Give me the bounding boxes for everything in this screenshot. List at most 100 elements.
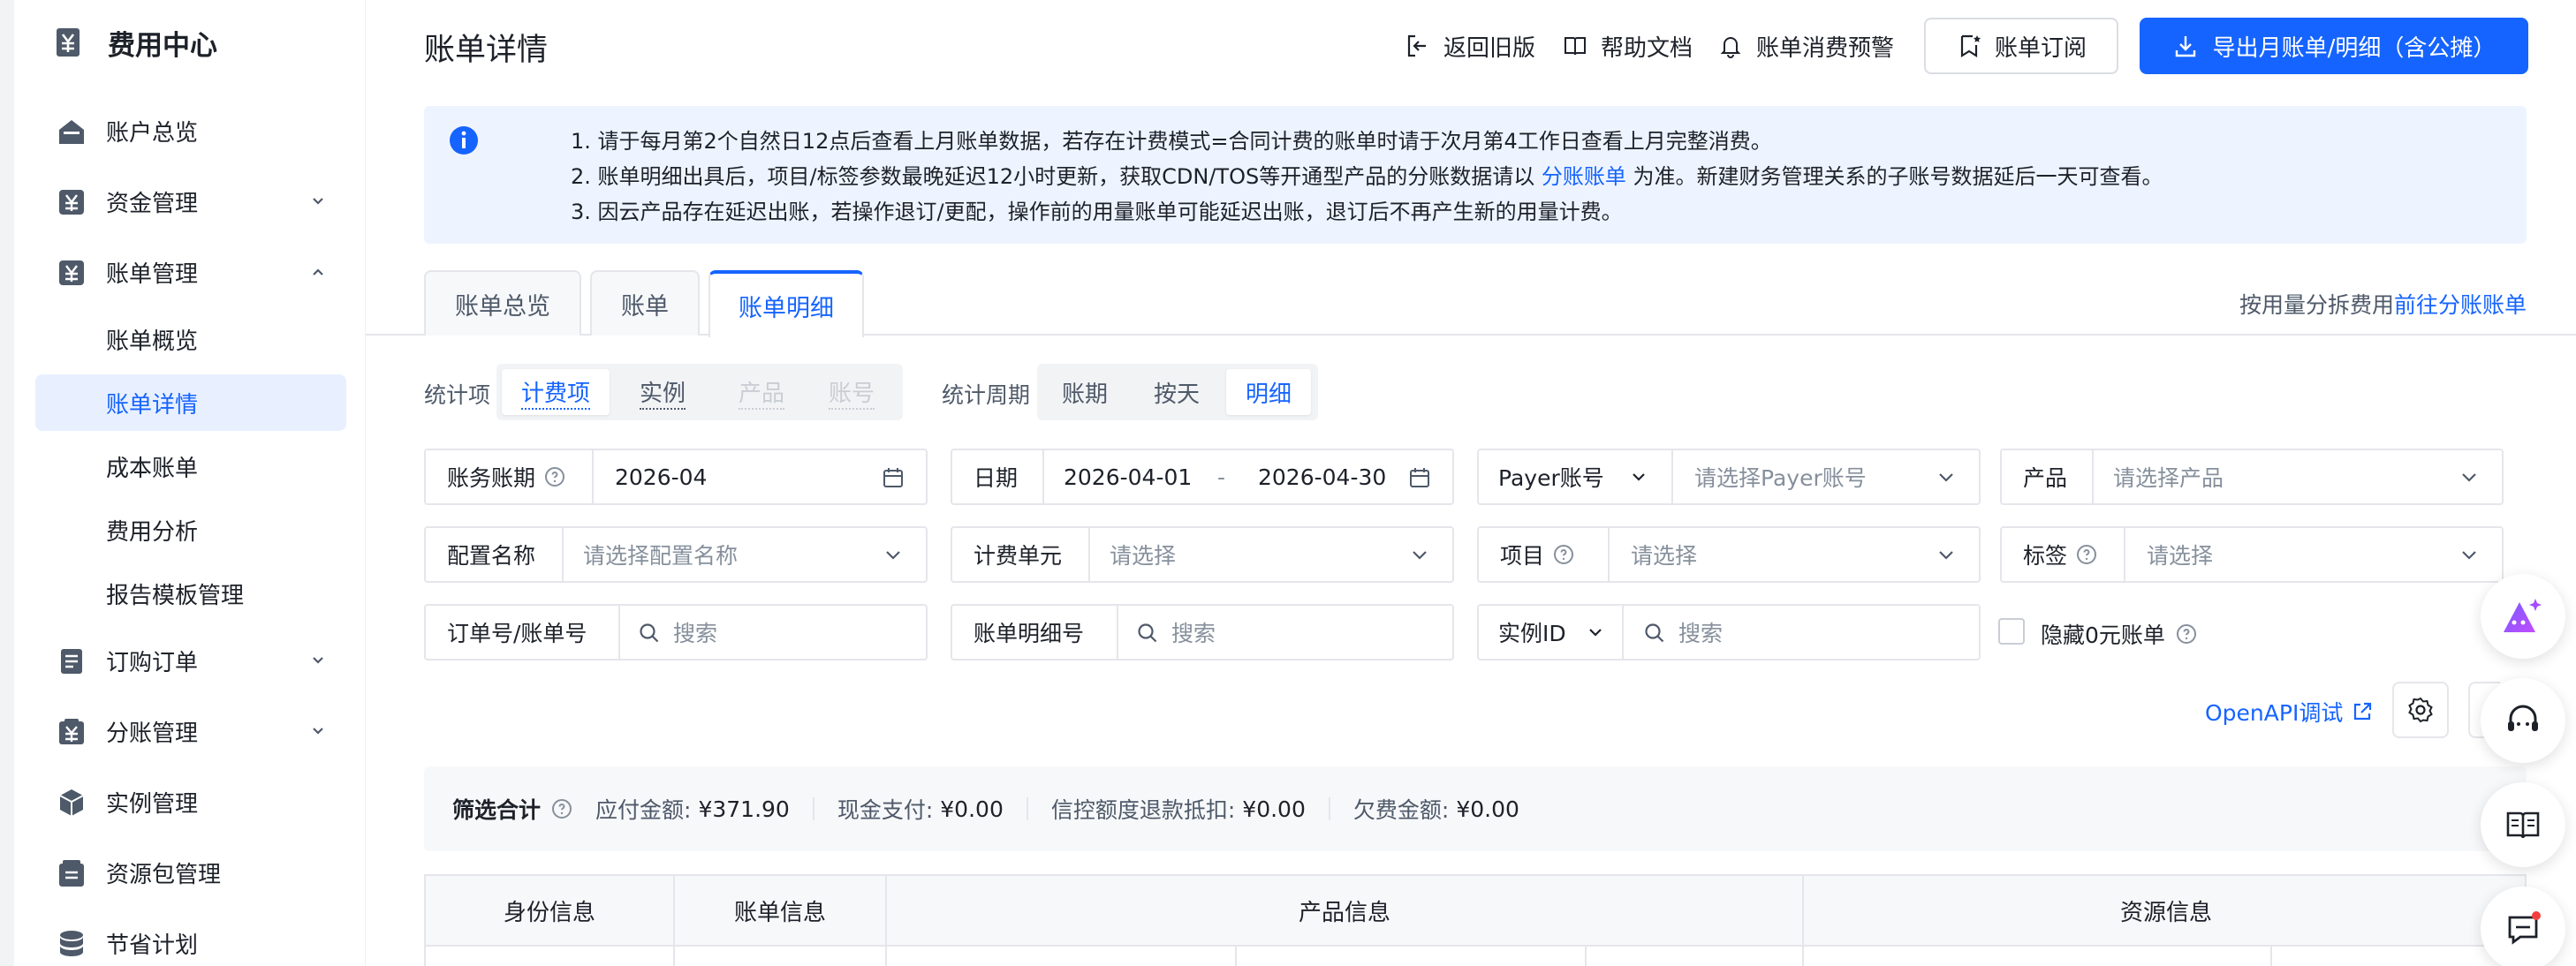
search-icon [638,622,661,645]
stat-option-instance[interactable]: 实例 [617,369,708,415]
billing-period-label-text: 账务账期 [447,465,536,491]
billing-period-label: 账务账期 [426,450,594,503]
instance-id-type-select[interactable]: 实例ID [1479,606,1624,659]
order-no-search[interactable]: 订单号/账单号 搜索 [424,604,928,660]
summary-title-wrap: 筛选合计 [452,793,572,825]
sidebar-sub-bill-details[interactable]: 账单详情 [35,374,346,431]
sidebar-item-savings-plan[interactable]: 节省计划 [35,915,346,966]
product-placeholder: 请选择产品 [2113,465,2224,491]
th-product-info: 产品信息 [887,876,1804,945]
database-icon [57,929,87,959]
instance-id-search[interactable]: 实例ID 搜索 [1477,604,1981,660]
billing-period-field[interactable]: 账务账期 2026-04 [424,449,928,505]
chevron-down-icon [2458,544,2481,567]
notice-line-3: 3. 因云产品存在延迟出账，若操作退订/更配，操作前的用量账单可能延迟出账，退订… [571,200,1623,224]
bookmark-star-icon [1956,33,1982,59]
question-icon [2176,623,2197,645]
detail-no-search[interactable]: 账单明细号 搜索 [951,604,1454,660]
billing-unit-label: 计费单元 [952,528,1090,581]
payer-type-select[interactable]: Payer账号 [1479,450,1673,503]
payer-type-label: Payer账号 [1498,465,1604,491]
table-header: 身份信息 账单信息 产品信息 资源信息 [424,874,2527,966]
bill-alert-label: 账单消费预警 [1756,34,1895,62]
stat-option-billing-item[interactable]: 计费项 [502,369,610,415]
back-old-version-label: 返回旧版 [1443,34,1536,62]
hide-zero-checkbox[interactable] [1998,618,2025,645]
project-label-text: 项目 [1500,543,1545,569]
bill-alert-link[interactable]: 账单消费预警 [1717,23,1894,69]
payer-account-field[interactable]: Payer账号 请选择Payer账号 [1477,449,1981,505]
billing-unit-select[interactable]: 计费单元 请选择 [951,526,1454,583]
tag-label: 标签 [2002,528,2125,581]
config-name-select[interactable]: 配置名称 请选择配置名称 [424,526,928,583]
tab-bill-overview[interactable]: 账单总览 [424,270,581,336]
notice-line-2-suffix: 为准。新建财务管理关系的子账号数据延后一天可查看。 [1633,164,2163,189]
sidebar-header: 费用中心 [53,18,217,67]
sidebar-item-instance-management[interactable]: 实例管理 [35,774,346,830]
ai-assistant-button[interactable] [2481,574,2565,659]
settings-button[interactable] [2392,682,2449,738]
arrears-label: 欠费金额: [1352,797,1450,823]
period-option-daily[interactable]: 按天 [1134,369,1219,415]
config-name-label: 配置名称 [426,528,564,581]
sidebar-item-fund-management[interactable]: 资金管理 [35,173,346,230]
product-select[interactable]: 产品 请选择产品 [2000,449,2504,505]
info-icon [449,125,479,155]
stat-option-account: 账号 [806,369,898,415]
bill-subscribe-button[interactable]: 账单订阅 [1924,18,2118,74]
sidebar-item-split-billing[interactable]: 分账管理 [35,703,346,759]
export-button[interactable]: 导出月账单/明细（含公摊） [2140,18,2528,74]
period-option-billing-cycle[interactable]: 账期 [1042,369,1127,415]
tag-select[interactable]: 标签 请选择 [2000,526,2504,583]
back-old-version-link[interactable]: 返回旧版 [1405,23,1535,69]
sidebar-item-resource-package[interactable]: 资源包管理 [35,844,346,901]
sidebar-item-account-overview[interactable]: 账户总览 [35,102,346,159]
calendar-icon [882,466,905,489]
order-no-label: 订单号/账单号 [426,606,620,659]
sidebar-sub-cost-bill[interactable]: 成本账单 [35,438,346,494]
chevron-down-icon [1586,623,1605,642]
tab-bill-details[interactable]: 账单明细 [708,270,864,337]
goto-split-bill-link[interactable]: 前往分账账单 [2394,292,2527,318]
help-doc-label: 帮助文档 [1601,34,1693,62]
tag-label-text: 标签 [2023,543,2068,569]
bill-icon [57,258,87,288]
yuan-wallet-icon [57,187,87,217]
main-content: 账单详情 返回旧版 帮助文档 账单消费预警 账单订阅 导出月账单/明细（含公摊） [366,0,2576,966]
project-label: 项目 [1479,528,1610,581]
sidebar-sub-bill-overview[interactable]: 账单概览 [35,311,346,367]
th-bill-info: 账单信息 [675,876,887,945]
chevron-down-icon [309,652,327,669]
help-doc-link[interactable]: 帮助文档 [1562,23,1693,69]
stat-period-label: 统计周期 [942,382,1031,408]
subheader-cell [1587,947,1804,966]
notice-banner: 1. 请于每月第2个自然日12点后查看上月账单数据，若存在计费模式=合同计费的账… [424,106,2527,244]
headset-icon [2503,700,2543,741]
export-label: 导出月账单/明细（含公摊） [2212,34,2496,62]
question-icon [544,466,565,487]
sidebar-sub-report-template[interactable]: 报告模板管理 [35,565,346,622]
date-start-value[interactable]: 2026-04-01 [1064,450,1192,503]
openapi-debug-link[interactable]: OpenAPI调试 [2205,696,2373,728]
split-bill-link[interactable]: 分账账单 [1542,164,1626,189]
stat-option-instance-label: 实例 [639,375,686,410]
order-no-placeholder: 搜索 [673,621,718,646]
project-select[interactable]: 项目 请选择 [1477,526,1981,583]
divider [1328,797,1330,820]
cash-label: 现金支付: [837,797,934,823]
customer-service-button[interactable] [2481,678,2565,763]
notice-line-2-prefix: 2. 账单明细出具后，项目/标签参数最晚延迟12小时更新，获取CDN/TOS等开… [571,164,1535,189]
tab-bill[interactable]: 账单 [590,270,700,336]
sidebar-item-bill-management[interactable]: 账单管理 [35,244,346,300]
messages-button[interactable] [2481,887,2565,966]
sidebar-item-orders[interactable]: 订购订单 [35,632,346,689]
date-end-value[interactable]: 2026-04-30 [1258,450,1386,503]
period-option-detail[interactable]: 明细 [1226,369,1311,415]
date-range-field[interactable]: 日期 2026-04-01 - 2026-04-30 [951,449,1454,505]
docs-button[interactable] [2481,782,2565,867]
chevron-down-icon [2458,466,2481,489]
subheader-cell [675,947,887,966]
detail-no-label: 账单明细号 [952,606,1118,659]
credit-label: 信控额度退款抵扣: [1050,797,1236,823]
sidebar-sub-cost-analysis[interactable]: 费用分析 [35,502,346,558]
